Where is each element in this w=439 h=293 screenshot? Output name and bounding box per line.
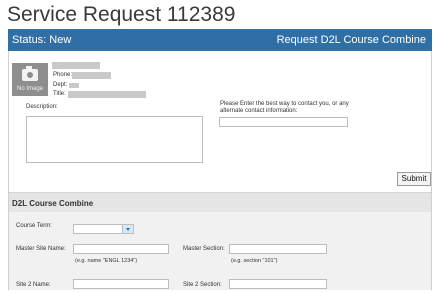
- status-text: Status: New: [12, 34, 72, 46]
- site2-name-label: Site 2 Name:: [16, 282, 51, 288]
- d2l-course-combine-section: D2L Course Combine: [9, 192, 431, 290]
- camera-icon: [22, 66, 38, 81]
- submit-button[interactable]: Submit: [397, 172, 431, 186]
- avatar-no-image-text: No Image: [16, 86, 43, 92]
- master-section-hint: (e.g. section "101"): [231, 258, 278, 264]
- dept-label: Dept:: [53, 82, 68, 88]
- chevron-down-icon: [126, 228, 130, 231]
- description-textarea[interactable]: [26, 116, 203, 163]
- avatar: No Image: [12, 63, 48, 96]
- master-site-name-hint: (e.g. name "ENGL 1234"): [75, 258, 138, 264]
- site2-section-input[interactable]: [229, 279, 327, 289]
- contact-input[interactable]: [219, 117, 348, 127]
- phone-value-redacted: [72, 72, 111, 79]
- course-term-label: Course Term:: [16, 223, 52, 229]
- site2-name-input[interactable]: [73, 279, 169, 289]
- master-site-name-label: Master Site Name:: [16, 246, 66, 252]
- page-title: Service Request 112389: [7, 3, 236, 26]
- contact-label: Please Enter the best way to contact you…: [220, 101, 349, 114]
- course-term-select[interactable]: [73, 224, 134, 234]
- title-label: Title:: [53, 91, 66, 97]
- title-value-redacted: [68, 91, 146, 98]
- phone-label: Phone:: [53, 72, 73, 78]
- status-bar: Status: New Request D2L Course Combine: [8, 29, 432, 51]
- dept-value-redacted: [69, 83, 79, 88]
- section-header: D2L Course Combine: [9, 192, 431, 212]
- master-site-name-input[interactable]: [73, 244, 169, 254]
- site2-section-label: Site 2 Section:: [183, 282, 222, 288]
- master-section-input[interactable]: [229, 244, 327, 254]
- requester-name-redacted: [52, 62, 100, 69]
- request-type-text: Request D2L Course Combine: [276, 34, 426, 46]
- description-label: Description:: [26, 104, 58, 110]
- section-title: D2L Course Combine: [12, 199, 94, 208]
- master-section-label: Master Section:: [183, 246, 225, 252]
- dropdown-button[interactable]: [122, 225, 133, 233]
